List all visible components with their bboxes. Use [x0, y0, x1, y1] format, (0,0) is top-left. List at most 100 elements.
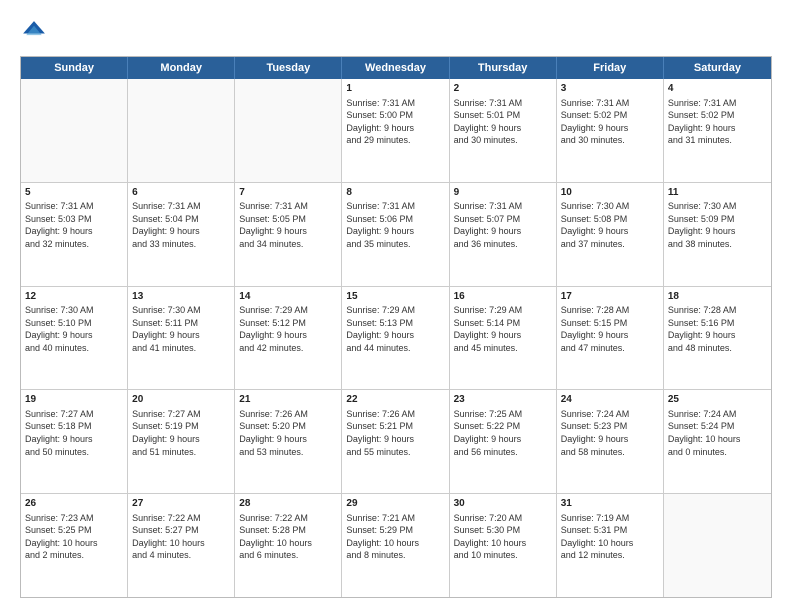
- cell-daylight-info: Sunrise: 7:20 AM Sunset: 5:30 PM Dayligh…: [454, 512, 552, 562]
- cell-daylight-info: Sunrise: 7:31 AM Sunset: 5:05 PM Dayligh…: [239, 200, 337, 250]
- cell-daylight-info: Sunrise: 7:31 AM Sunset: 5:07 PM Dayligh…: [454, 200, 552, 250]
- calendar-body: 1Sunrise: 7:31 AM Sunset: 5:00 PM Daylig…: [21, 79, 771, 597]
- calendar-cell: 28Sunrise: 7:22 AM Sunset: 5:28 PM Dayli…: [235, 494, 342, 597]
- calendar-cell: 9Sunrise: 7:31 AM Sunset: 5:07 PM Daylig…: [450, 183, 557, 286]
- weekday-header: Wednesday: [342, 57, 449, 79]
- cell-daylight-info: Sunrise: 7:25 AM Sunset: 5:22 PM Dayligh…: [454, 408, 552, 458]
- day-number: 28: [239, 497, 337, 511]
- day-number: 26: [25, 497, 123, 511]
- day-number: 23: [454, 393, 552, 407]
- day-number: 1: [346, 82, 444, 96]
- day-number: 3: [561, 82, 659, 96]
- calendar: SundayMondayTuesdayWednesdayThursdayFrid…: [20, 56, 772, 598]
- day-number: 13: [132, 290, 230, 304]
- cell-daylight-info: Sunrise: 7:29 AM Sunset: 5:13 PM Dayligh…: [346, 304, 444, 354]
- day-number: 5: [25, 186, 123, 200]
- cell-daylight-info: Sunrise: 7:30 AM Sunset: 5:08 PM Dayligh…: [561, 200, 659, 250]
- cell-daylight-info: Sunrise: 7:21 AM Sunset: 5:29 PM Dayligh…: [346, 512, 444, 562]
- page: SundayMondayTuesdayWednesdayThursdayFrid…: [0, 0, 792, 612]
- calendar-cell: 7Sunrise: 7:31 AM Sunset: 5:05 PM Daylig…: [235, 183, 342, 286]
- calendar-cell: [664, 494, 771, 597]
- day-number: 18: [668, 290, 767, 304]
- calendar-cell: [21, 79, 128, 182]
- logo-icon: [20, 18, 48, 46]
- cell-daylight-info: Sunrise: 7:30 AM Sunset: 5:09 PM Dayligh…: [668, 200, 767, 250]
- calendar-cell: 22Sunrise: 7:26 AM Sunset: 5:21 PM Dayli…: [342, 390, 449, 493]
- calendar-cell: 26Sunrise: 7:23 AM Sunset: 5:25 PM Dayli…: [21, 494, 128, 597]
- calendar-cell: 10Sunrise: 7:30 AM Sunset: 5:08 PM Dayli…: [557, 183, 664, 286]
- day-number: 16: [454, 290, 552, 304]
- cell-daylight-info: Sunrise: 7:28 AM Sunset: 5:15 PM Dayligh…: [561, 304, 659, 354]
- day-number: 7: [239, 186, 337, 200]
- day-number: 15: [346, 290, 444, 304]
- day-number: 22: [346, 393, 444, 407]
- day-number: 6: [132, 186, 230, 200]
- day-number: 27: [132, 497, 230, 511]
- weekday-header: Saturday: [664, 57, 771, 79]
- calendar-cell: 20Sunrise: 7:27 AM Sunset: 5:19 PM Dayli…: [128, 390, 235, 493]
- cell-daylight-info: Sunrise: 7:30 AM Sunset: 5:10 PM Dayligh…: [25, 304, 123, 354]
- calendar-cell: 23Sunrise: 7:25 AM Sunset: 5:22 PM Dayli…: [450, 390, 557, 493]
- day-number: 2: [454, 82, 552, 96]
- cell-daylight-info: Sunrise: 7:31 AM Sunset: 5:04 PM Dayligh…: [132, 200, 230, 250]
- calendar-cell: 12Sunrise: 7:30 AM Sunset: 5:10 PM Dayli…: [21, 287, 128, 390]
- day-number: 31: [561, 497, 659, 511]
- calendar-week-row: 19Sunrise: 7:27 AM Sunset: 5:18 PM Dayli…: [21, 390, 771, 494]
- calendar-week-row: 1Sunrise: 7:31 AM Sunset: 5:00 PM Daylig…: [21, 79, 771, 183]
- day-number: 11: [668, 186, 767, 200]
- calendar-cell: 21Sunrise: 7:26 AM Sunset: 5:20 PM Dayli…: [235, 390, 342, 493]
- calendar-cell: 14Sunrise: 7:29 AM Sunset: 5:12 PM Dayli…: [235, 287, 342, 390]
- day-number: 12: [25, 290, 123, 304]
- cell-daylight-info: Sunrise: 7:31 AM Sunset: 5:00 PM Dayligh…: [346, 97, 444, 147]
- day-number: 14: [239, 290, 337, 304]
- cell-daylight-info: Sunrise: 7:31 AM Sunset: 5:02 PM Dayligh…: [668, 97, 767, 147]
- cell-daylight-info: Sunrise: 7:26 AM Sunset: 5:20 PM Dayligh…: [239, 408, 337, 458]
- cell-daylight-info: Sunrise: 7:22 AM Sunset: 5:27 PM Dayligh…: [132, 512, 230, 562]
- cell-daylight-info: Sunrise: 7:19 AM Sunset: 5:31 PM Dayligh…: [561, 512, 659, 562]
- calendar-cell: 2Sunrise: 7:31 AM Sunset: 5:01 PM Daylig…: [450, 79, 557, 182]
- day-number: 4: [668, 82, 767, 96]
- cell-daylight-info: Sunrise: 7:26 AM Sunset: 5:21 PM Dayligh…: [346, 408, 444, 458]
- cell-daylight-info: Sunrise: 7:27 AM Sunset: 5:18 PM Dayligh…: [25, 408, 123, 458]
- cell-daylight-info: Sunrise: 7:31 AM Sunset: 5:03 PM Dayligh…: [25, 200, 123, 250]
- weekday-header: Friday: [557, 57, 664, 79]
- calendar-cell: 18Sunrise: 7:28 AM Sunset: 5:16 PM Dayli…: [664, 287, 771, 390]
- calendar-week-row: 12Sunrise: 7:30 AM Sunset: 5:10 PM Dayli…: [21, 287, 771, 391]
- header: [20, 18, 772, 46]
- calendar-cell: 1Sunrise: 7:31 AM Sunset: 5:00 PM Daylig…: [342, 79, 449, 182]
- calendar-cell: 8Sunrise: 7:31 AM Sunset: 5:06 PM Daylig…: [342, 183, 449, 286]
- calendar-cell: 13Sunrise: 7:30 AM Sunset: 5:11 PM Dayli…: [128, 287, 235, 390]
- calendar-cell: 17Sunrise: 7:28 AM Sunset: 5:15 PM Dayli…: [557, 287, 664, 390]
- day-number: 21: [239, 393, 337, 407]
- calendar-cell: 31Sunrise: 7:19 AM Sunset: 5:31 PM Dayli…: [557, 494, 664, 597]
- cell-daylight-info: Sunrise: 7:23 AM Sunset: 5:25 PM Dayligh…: [25, 512, 123, 562]
- calendar-cell: 27Sunrise: 7:22 AM Sunset: 5:27 PM Dayli…: [128, 494, 235, 597]
- day-number: 19: [25, 393, 123, 407]
- calendar-cell: 30Sunrise: 7:20 AM Sunset: 5:30 PM Dayli…: [450, 494, 557, 597]
- weekday-header: Tuesday: [235, 57, 342, 79]
- weekday-header: Thursday: [450, 57, 557, 79]
- logo: [20, 18, 52, 46]
- weekday-header: Monday: [128, 57, 235, 79]
- calendar-cell: 25Sunrise: 7:24 AM Sunset: 5:24 PM Dayli…: [664, 390, 771, 493]
- calendar-header: SundayMondayTuesdayWednesdayThursdayFrid…: [21, 57, 771, 79]
- day-number: 10: [561, 186, 659, 200]
- calendar-cell: [128, 79, 235, 182]
- day-number: 30: [454, 497, 552, 511]
- calendar-cell: 15Sunrise: 7:29 AM Sunset: 5:13 PM Dayli…: [342, 287, 449, 390]
- cell-daylight-info: Sunrise: 7:27 AM Sunset: 5:19 PM Dayligh…: [132, 408, 230, 458]
- calendar-cell: [235, 79, 342, 182]
- calendar-cell: 4Sunrise: 7:31 AM Sunset: 5:02 PM Daylig…: [664, 79, 771, 182]
- calendar-cell: 11Sunrise: 7:30 AM Sunset: 5:09 PM Dayli…: [664, 183, 771, 286]
- cell-daylight-info: Sunrise: 7:31 AM Sunset: 5:01 PM Dayligh…: [454, 97, 552, 147]
- cell-daylight-info: Sunrise: 7:31 AM Sunset: 5:02 PM Dayligh…: [561, 97, 659, 147]
- cell-daylight-info: Sunrise: 7:29 AM Sunset: 5:14 PM Dayligh…: [454, 304, 552, 354]
- weekday-header: Sunday: [21, 57, 128, 79]
- calendar-week-row: 5Sunrise: 7:31 AM Sunset: 5:03 PM Daylig…: [21, 183, 771, 287]
- calendar-cell: 24Sunrise: 7:24 AM Sunset: 5:23 PM Dayli…: [557, 390, 664, 493]
- calendar-cell: 3Sunrise: 7:31 AM Sunset: 5:02 PM Daylig…: [557, 79, 664, 182]
- calendar-cell: 16Sunrise: 7:29 AM Sunset: 5:14 PM Dayli…: [450, 287, 557, 390]
- cell-daylight-info: Sunrise: 7:24 AM Sunset: 5:24 PM Dayligh…: [668, 408, 767, 458]
- day-number: 29: [346, 497, 444, 511]
- calendar-cell: 6Sunrise: 7:31 AM Sunset: 5:04 PM Daylig…: [128, 183, 235, 286]
